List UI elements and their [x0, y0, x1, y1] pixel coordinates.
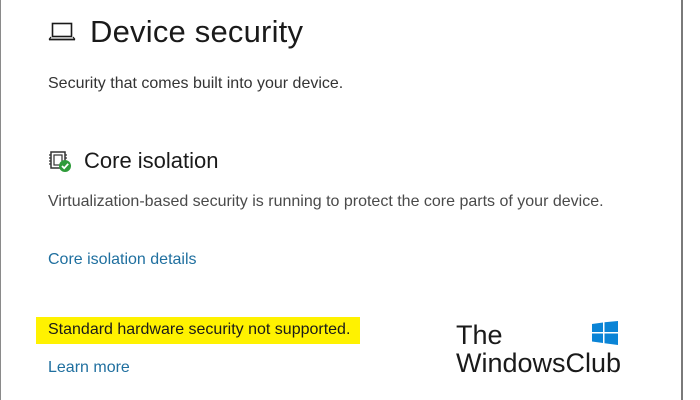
- laptop-icon: [48, 22, 76, 41]
- device-security-page: Device security Security that comes buil…: [0, 0, 700, 400]
- page-header: Device security: [48, 14, 303, 50]
- watermark: The WindowsClub: [456, 320, 636, 380]
- page-title: Device security: [90, 14, 304, 49]
- learn-more-link[interactable]: Learn more: [48, 359, 130, 377]
- hardware-security-warning: Standard hardware security not supported…: [36, 317, 361, 344]
- windows-logo-icon: [592, 321, 618, 345]
- watermark-line1: The: [456, 320, 503, 350]
- watermark-line2: WindowsClub: [456, 348, 622, 378]
- page-subtitle: Security that comes built into your devi…: [48, 75, 344, 92]
- core-isolation-header: Core isolation: [48, 148, 219, 174]
- section-title: Core isolation: [84, 148, 219, 173]
- core-isolation-details-link[interactable]: Core isolation details: [48, 251, 197, 269]
- outside-area: [683, 0, 700, 400]
- chip-shield-check-icon: [49, 151, 71, 172]
- section-description: Virtualization-based security is running…: [48, 193, 604, 210]
- window-border-left: [0, 0, 1, 400]
